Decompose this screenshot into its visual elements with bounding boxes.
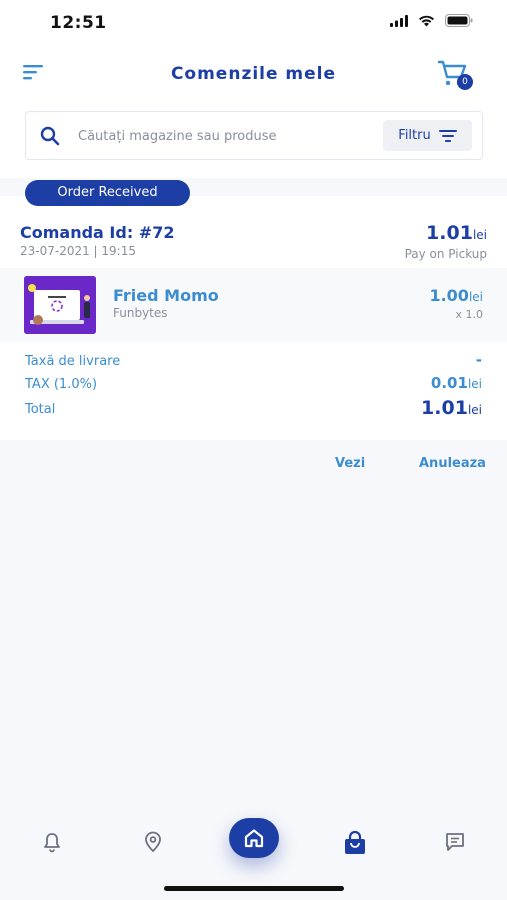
order-card[interactable]: Comanda Id: #72 23-07-2021 | 19:15 1.01l… — [0, 196, 507, 440]
tax-amount: 0.01 — [430, 374, 468, 392]
search-input[interactable] — [78, 125, 368, 147]
shopping-bag-icon — [345, 830, 365, 854]
order-id: Comanda Id: #72 — [20, 223, 175, 242]
item-price: 1.00lei — [429, 286, 483, 305]
item-name: Fried Momo — [113, 286, 219, 305]
total-amount: 1.01 — [421, 397, 468, 419]
search-box: Filtru — [25, 111, 483, 160]
search-icon — [40, 126, 60, 146]
cart-count-badge: 0 — [457, 74, 473, 90]
tax-value: 0.01lei — [431, 374, 482, 392]
delivery-fee-label: Taxă de livrare — [25, 354, 121, 369]
home-indicator — [164, 886, 344, 891]
tab-home[interactable] — [229, 818, 279, 858]
cart-button[interactable]: 0 — [437, 58, 473, 92]
wifi-icon — [419, 15, 434, 26]
total-label: Total — [25, 402, 56, 417]
tab-notifications[interactable] — [40, 830, 66, 856]
delivery-fee-value: - — [475, 351, 482, 369]
tab-locations[interactable] — [141, 830, 167, 856]
chat-icon — [446, 833, 464, 851]
item-price-currency: lei — [468, 290, 483, 304]
order-total-amount: 1.01 — [426, 222, 473, 244]
app-header: Comenzile mele 0 — [0, 48, 507, 104]
filter-label: Filtru — [398, 128, 431, 143]
bottom-tab-bar — [0, 800, 507, 900]
item-image — [24, 276, 96, 334]
search-section: Filtru — [0, 104, 507, 178]
status-icons — [390, 14, 473, 27]
order-total: 1.01lei — [426, 222, 487, 244]
order-status-badge: Order Received — [25, 180, 190, 206]
bell-icon — [44, 833, 60, 853]
item-quantity: x 1.0 — [455, 308, 484, 321]
location-pin-icon — [145, 831, 161, 853]
home-icon — [244, 829, 264, 848]
tab-messages[interactable] — [443, 830, 469, 856]
item-thumbnail — [24, 276, 96, 334]
item-price-amount: 1.00 — [429, 286, 469, 305]
order-item-row[interactable]: Fried Momo Funbytes 1.00lei x 1.0 — [0, 268, 507, 342]
status-bar: 12:51 — [0, 0, 507, 48]
battery-icon — [445, 14, 473, 27]
view-order-link[interactable]: Vezi — [335, 456, 365, 471]
order-date: 23-07-2021 | 19:15 — [20, 244, 136, 258]
cancel-order-link[interactable]: Anuleaza — [419, 456, 486, 471]
filter-icon — [438, 129, 457, 142]
filter-button[interactable]: Filtru — [383, 120, 472, 151]
status-time: 12:51 — [50, 13, 107, 33]
order-total-currency: lei — [472, 228, 487, 242]
tax-currency: lei — [467, 377, 482, 391]
total-value: 1.01lei — [421, 397, 482, 419]
payment-method: Pay on Pickup — [404, 247, 487, 261]
tab-orders[interactable] — [342, 830, 368, 856]
signal-icon — [390, 14, 408, 27]
item-vendor: Funbytes — [113, 306, 168, 320]
tax-label: TAX (1.0%) — [25, 377, 98, 392]
page-title: Comenzile mele — [170, 64, 337, 84]
total-currency: lei — [467, 403, 482, 417]
